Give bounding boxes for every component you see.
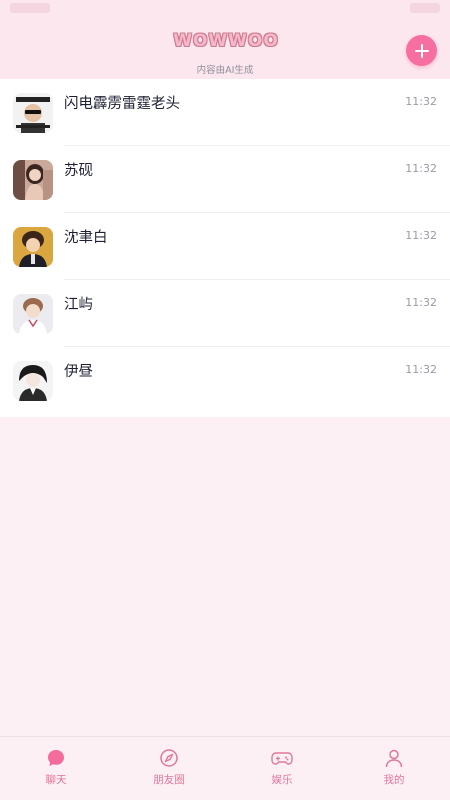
ai-disclaimer: 内容由AI生成 — [196, 65, 254, 76]
chat-time: 11:32 — [405, 95, 437, 108]
chat-time: 11:32 — [405, 162, 437, 175]
nav-label: 娱乐 — [271, 774, 293, 786]
plus-icon — [414, 43, 429, 58]
nav-item-entertainment[interactable]: 娱乐 — [226, 737, 338, 800]
compass-icon — [158, 747, 180, 769]
chat-time: 11:32 — [405, 229, 437, 242]
chat-item[interactable]: 沈聿白 11:32 — [0, 213, 450, 280]
chat-item[interactable]: 苏砚 11:32 — [0, 146, 450, 213]
chat-list: 闪电霹雳雷霆老头 11:32 苏砚 11:32 沈聿白 11:32 江屿 11:… — [0, 79, 450, 417]
add-button[interactable] — [406, 35, 437, 66]
header: WOWWOO 内容由AI生成 — [0, 22, 450, 79]
gamepad-icon — [271, 747, 293, 769]
status-bar — [0, 0, 450, 22]
bottom-nav: 聊天 朋友圈 娱乐 我的 — [0, 736, 450, 800]
logo-text: WOWWOO — [173, 31, 279, 51]
chat-item[interactable]: 江屿 11:32 — [0, 280, 450, 347]
app-root: WOWWOO 内容由AI生成 闪电霹雳雷霆老头 11:32 苏砚 11:32 沈… — [0, 0, 450, 800]
app-logo: WOWWOO — [170, 28, 282, 54]
nav-item-moments[interactable]: 朋友圈 — [113, 737, 225, 800]
chat-time: 11:32 — [405, 296, 437, 309]
status-bar-right — [410, 3, 440, 13]
nav-label: 聊天 — [45, 774, 67, 786]
chat-item[interactable]: 闪电霹雳雷霆老头 11:32 — [0, 79, 450, 146]
avatar-man-dark-icon — [13, 361, 53, 401]
avatar-man-light-icon — [13, 294, 53, 334]
nav-item-me[interactable]: 我的 — [338, 737, 450, 800]
chat-bubble-icon — [45, 747, 67, 769]
status-bar-left — [10, 3, 50, 13]
nav-label: 我的 — [383, 774, 405, 786]
chat-item[interactable]: 伊昼 11:32 — [0, 347, 450, 414]
avatar-sunglasses-icon — [13, 93, 53, 133]
person-icon — [383, 747, 405, 769]
nav-item-chat[interactable]: 聊天 — [0, 737, 112, 800]
chat-time: 11:32 — [405, 363, 437, 376]
chat-name: 苏砚 — [64, 163, 93, 179]
chat-name: 沈聿白 — [64, 230, 108, 246]
avatar-man-suit-icon — [13, 227, 53, 267]
chat-name: 江屿 — [64, 297, 93, 313]
nav-label: 朋友圈 — [153, 774, 185, 786]
chat-name: 闪电霹雳雷霆老头 — [64, 96, 180, 112]
chat-name: 伊昼 — [64, 364, 93, 380]
avatar-woman-icon — [13, 160, 53, 200]
